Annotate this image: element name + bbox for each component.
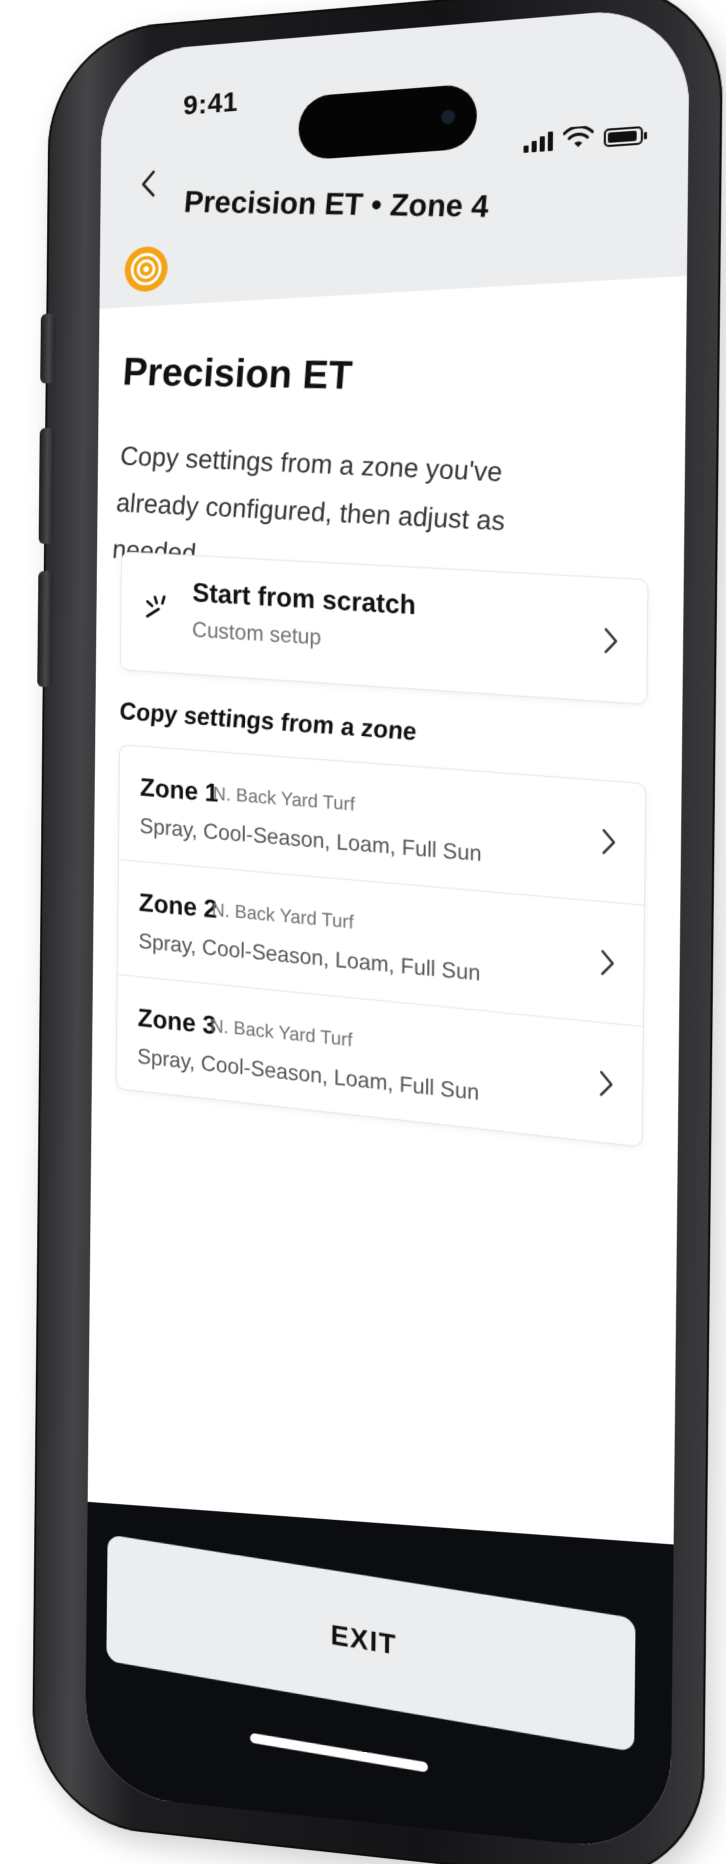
zone-name: Zone 3 <box>137 1002 217 1041</box>
page-title: Precision ET <box>121 350 354 398</box>
start-from-scratch-subtitle: Custom setup <box>191 616 322 650</box>
zone-name: Zone 2 <box>138 887 218 924</box>
volume-up-button <box>38 427 55 545</box>
zone-name: Zone 1 <box>139 772 219 808</box>
zone-list: Zone 1 N. Back Yard Turf Spray, Cool-Sea… <box>115 744 647 1148</box>
action-button <box>40 313 56 384</box>
zone-location: N. Back Yard Turf <box>210 1015 353 1052</box>
chevron-right-icon <box>597 1068 616 1101</box>
zone-attributes: Spray, Cool-Season, Loam, Full Sun <box>139 813 482 867</box>
chevron-right-icon <box>599 826 618 858</box>
exit-button[interactable]: EXIT <box>106 1534 636 1753</box>
copy-section-title: Copy settings from a zone <box>118 697 418 747</box>
status-time: 9:41 <box>183 85 239 121</box>
phone-device: 9:41 Precision ET • Zone 4 Precision ET … <box>31 0 724 1864</box>
home-indicator[interactable] <box>249 1732 429 1773</box>
nav-title: Precision ET • Zone 4 <box>182 184 491 225</box>
volume-down-button <box>37 570 53 688</box>
chevron-right-icon <box>601 625 620 657</box>
zone-location: N. Back Yard Turf <box>212 783 355 816</box>
chevron-right-icon <box>598 947 617 979</box>
zone-location: N. Back Yard Turf <box>211 899 354 934</box>
sparkle-icon <box>144 591 174 624</box>
zone-attributes: Spray, Cool-Season, Loam, Full Sun <box>138 928 481 986</box>
status-icons <box>523 122 644 153</box>
footer-bar: EXIT <box>84 1501 674 1854</box>
nav-header: 9:41 Precision ET • Zone 4 <box>99 4 690 309</box>
camera-lens <box>441 109 456 125</box>
wifi-icon <box>563 125 594 148</box>
phone-screen: 9:41 Precision ET • Zone 4 Precision ET … <box>84 4 690 1854</box>
target-icon <box>124 245 168 293</box>
back-button[interactable] <box>132 166 164 201</box>
start-from-scratch-title: Start from scratch <box>192 577 417 621</box>
dynamic-island <box>298 83 478 161</box>
battery-icon <box>603 126 643 148</box>
zone-attributes: Spray, Cool-Season, Loam, Full Sun <box>137 1043 480 1106</box>
stage: 9:41 Precision ET • Zone 4 Precision ET … <box>0 0 726 1864</box>
chevron-left-icon <box>139 169 156 199</box>
start-from-scratch-option[interactable]: Start from scratch Custom setup <box>119 551 649 705</box>
cellular-signal-icon <box>523 131 554 153</box>
